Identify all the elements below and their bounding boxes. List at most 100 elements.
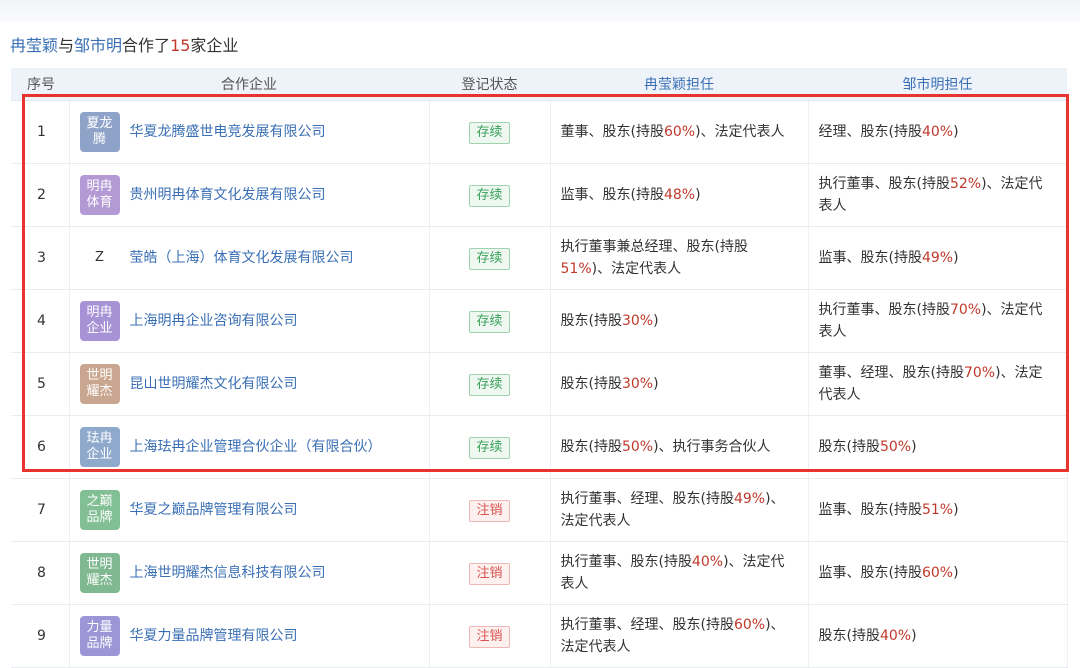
role-a-percent: 40%: [691, 554, 724, 570]
row-index: 3: [11, 226, 70, 290]
table-row[interactable]: 4 明冉企业 上海明冉企业咨询有限公司 存续 股东(持股30%) 执行董事、股东(持股70…: [11, 289, 1068, 353]
company-logo: 之巅品牌: [79, 490, 120, 530]
header-index: 序号: [11, 68, 69, 101]
company-logo: 世明耀杰: [79, 553, 120, 593]
role-a-percent: 30%: [621, 313, 654, 329]
company-logo: 夏龙腾: [79, 112, 120, 152]
role-b-cell: 股东(持股40%): [808, 604, 1068, 668]
role-b-text: 监事、股东(持股: [818, 250, 922, 266]
status-cell: 存续: [429, 352, 551, 416]
table-row[interactable]: 5 世明耀杰 昆山世明耀杰文化有限公司 存续 股东(持股30%) 董事、经理、股东(持股7…: [11, 352, 1068, 416]
role-b-text: 股东(持股: [818, 628, 880, 644]
row-index: 1: [11, 100, 70, 164]
role-b-percent: 70%: [963, 365, 996, 381]
role-b-text: 执行董事、股东(持股: [818, 176, 950, 192]
table-row[interactable]: 7 之巅品牌 华夏之巅品牌管理有限公司 注销 执行董事、经理、股东(持股49%)、法定代…: [11, 478, 1068, 542]
header-company: 合作企业: [69, 68, 429, 101]
status-badge: 存续: [469, 436, 510, 459]
status-badge: 存续: [469, 184, 510, 207]
person-a-link[interactable]: 冉莹颖: [10, 36, 58, 55]
status-cell: 存续: [429, 415, 551, 479]
role-a-percent: 60%: [663, 124, 696, 140]
status-cell: 存续: [429, 289, 551, 353]
company-name-link[interactable]: 上海明冉企业咨询有限公司: [130, 310, 298, 332]
role-b-cell: 董事、经理、股东(持股70%)、法定代表人: [808, 352, 1068, 416]
company-name-link[interactable]: 莹皓（上海）体育文化发展有限公司: [130, 247, 354, 269]
role-b-percent: 50%: [879, 439, 912, 455]
company-cell: 珐冉企业 上海珐冉企业管理合伙企业（有限合伙）: [69, 415, 430, 479]
role-a-text: 董事、股东(持股: [560, 124, 664, 140]
status-badge: 注销: [469, 499, 510, 522]
table-row[interactable]: 1 夏龙腾 华夏龙腾盛世电竞发展有限公司 存续 董事、股东(持股60%)、法定代表人 经理…: [11, 100, 1068, 164]
role-b-cell: 执行董事、股东(持股70%)、法定代表人: [808, 289, 1068, 353]
role-a-tail: ): [653, 376, 659, 392]
row-index: 5: [11, 352, 70, 416]
role-a-text: 股东(持股: [560, 439, 622, 455]
role-a-percent: 60%: [733, 617, 766, 633]
company-logo: 明冉企业: [79, 301, 120, 341]
role-b-cell: 股东(持股50%): [808, 415, 1068, 479]
company-name-link[interactable]: 华夏力量品牌管理有限公司: [130, 625, 298, 647]
role-b-percent: 52%: [949, 176, 982, 192]
summary-connector: 与: [58, 36, 75, 55]
role-a-percent: 48%: [663, 187, 696, 203]
company-logo: 世明耀杰: [79, 364, 120, 404]
company-logo: Z: [95, 250, 104, 265]
role-a-cell: 执行董事兼总经理、股东(持股 51%)、法定代表人: [550, 226, 809, 290]
row-index: 2: [11, 163, 70, 227]
role-b-tail: ): [953, 565, 959, 581]
header-role-a[interactable]: 冉莹颖担任: [550, 68, 808, 101]
company-name-link[interactable]: 华夏龙腾盛世电竞发展有限公司: [130, 121, 326, 143]
company-name-link[interactable]: 上海珐冉企业管理合伙企业（有限合伙）: [130, 436, 382, 458]
row-index: 6: [11, 415, 70, 479]
role-a-text: 监事、股东(持股: [560, 187, 664, 203]
role-b-cell: 执行董事、股东(持股52%)、法定代表人: [808, 163, 1068, 227]
role-b-percent: 60%: [921, 565, 954, 581]
table-row[interactable]: 2 明冉体育 贵州明冉体育文化发展有限公司 存续 监事、股东(持股48%) 执行董事、股东…: [11, 163, 1068, 227]
role-b-text: 监事、股东(持股: [818, 565, 922, 581]
row-index: 4: [11, 289, 70, 353]
company-name-link[interactable]: 上海世明耀杰信息科技有限公司: [130, 562, 326, 584]
company-cell: 之巅品牌 华夏之巅品牌管理有限公司: [69, 478, 430, 542]
company-logo: 力量品牌: [79, 616, 120, 656]
role-b-cell: 监事、股东(持股51%): [808, 478, 1068, 542]
cooperation-summary: 冉莹颖与邹市明合作了15家企业: [10, 32, 238, 56]
company-name-link[interactable]: 贵州明冉体育文化发展有限公司: [130, 184, 326, 206]
person-b-link[interactable]: 邹市明: [74, 36, 122, 55]
role-a-text: 股东(持股: [560, 376, 622, 392]
table-row[interactable]: 3 Z 莹皓（上海）体育文化发展有限公司 存续 执行董事兼总经理、股东(持股 51%)、法…: [11, 226, 1068, 290]
company-count: 15: [170, 36, 191, 55]
row-index: 9: [11, 604, 70, 668]
company-cell: 世明耀杰 上海世明耀杰信息科技有限公司: [69, 541, 430, 605]
company-logo: 珐冉企业: [79, 427, 120, 467]
role-b-tail: ): [911, 439, 917, 455]
summary-text-mid: 合作了: [122, 36, 171, 55]
status-cell: 存续: [429, 226, 551, 290]
company-cell: 力量品牌 华夏力量品牌管理有限公司: [69, 604, 430, 668]
company-name-link[interactable]: 昆山世明耀杰文化有限公司: [130, 373, 298, 395]
role-a-percent: 50%: [621, 439, 654, 455]
role-a-text: 执行董事兼总经理、股东(持股: [560, 239, 748, 255]
company-name-link[interactable]: 华夏之巅品牌管理有限公司: [130, 499, 298, 521]
role-b-percent: 51%: [921, 502, 954, 518]
table-header-row: 序号 合作企业 登记状态 冉莹颖担任 邹市明担任: [11, 68, 1067, 101]
row-index: 8: [11, 541, 70, 605]
status-badge: 存续: [469, 121, 510, 144]
table-row[interactable]: 6 珐冉企业 上海珐冉企业管理合伙企业（有限合伙） 存续 股东(持股50%)、执行事务合…: [11, 415, 1068, 479]
role-a-cell: 董事、股东(持股60%)、法定代表人: [550, 100, 809, 164]
table-row[interactable]: 9 力量品牌 华夏力量品牌管理有限公司 注销 执行董事、经理、股东(持股60%)、法定代…: [11, 604, 1068, 668]
role-b-tail: ): [911, 628, 917, 644]
role-b-text: 执行董事、股东(持股: [818, 302, 950, 318]
role-a-text: 执行董事、股东(持股: [560, 554, 692, 570]
role-a-percent: 49%: [733, 491, 766, 507]
table-row[interactable]: 8 世明耀杰 上海世明耀杰信息科技有限公司 注销 执行董事、股东(持股40%)、法定代表…: [11, 541, 1068, 605]
role-b-tail: ): [953, 250, 959, 266]
header-role-b[interactable]: 邹市明担任: [808, 68, 1067, 101]
company-cell: Z 莹皓（上海）体育文化发展有限公司: [69, 226, 430, 290]
status-cell: 存续: [429, 163, 551, 227]
role-a-cell: 执行董事、股东(持股40%)、法定代表人: [550, 541, 809, 605]
role-a-cell: 股东(持股50%)、执行事务合伙人: [550, 415, 809, 479]
role-a-tail: ): [653, 313, 659, 329]
status-badge: 存续: [469, 373, 510, 396]
summary-text-end: 家企业: [190, 36, 239, 55]
